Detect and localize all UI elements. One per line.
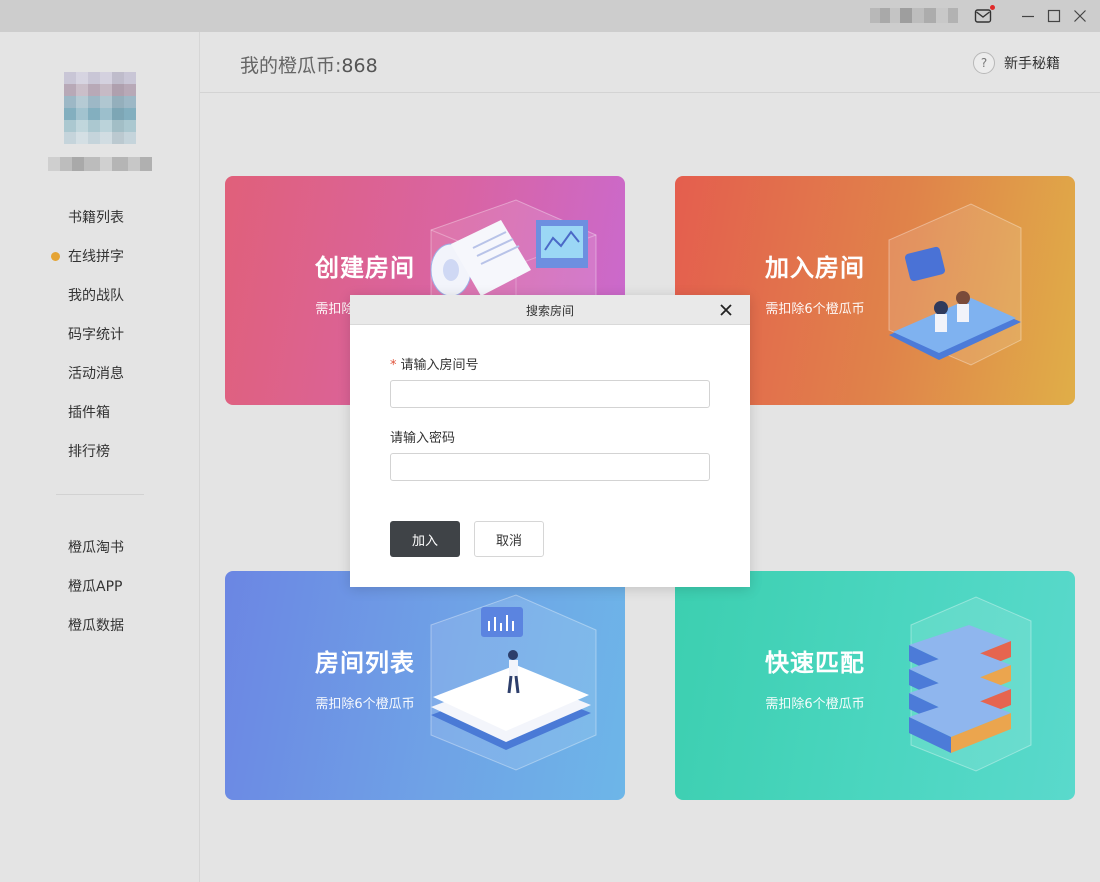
search-room-dialog: 搜索房间 * 请输入房间号 请输入密码 加入 取消 [350,295,750,587]
help-guide-label: 新手秘籍 [1004,56,1060,72]
sidebar-item-label: 在线拼字 [68,249,124,265]
help-guide-link[interactable]: ? 新手秘籍 [973,51,1060,75]
sidebar-item-activity-messages[interactable]: 活动消息 [0,364,200,403]
sidebar-item-book-list[interactable]: 书籍列表 [0,208,200,247]
sidebar-divider [56,494,144,495]
sidebar-item-label: 插件箱 [68,405,110,421]
coin-balance-label: 我的橙瓜币: [240,55,342,77]
close-icon[interactable] [719,303,733,317]
room-number-input[interactable] [390,380,710,408]
room-list-card[interactable]: 房间列表 需扣除6个橙瓜币 [225,571,625,800]
sidebar-item-online-typing[interactable]: 在线拼字 [0,247,200,286]
minimize-button[interactable] [1018,6,1038,26]
sidebar-item-label: 排行榜 [68,444,110,460]
account-name-blurred [870,8,958,23]
dialog-title: 搜索房间 [525,304,574,318]
sidebar-item-leaderboard[interactable]: 排行榜 [0,442,200,481]
close-window-button[interactable] [1070,6,1090,26]
coin-balance: 我的橙瓜币:868 [240,51,378,78]
sidebar-item-label: 码字统计 [68,327,124,343]
password-label: 请输入密码 [390,431,456,446]
main-header: 我的橙瓜币:868 ? 新手秘籍 [200,32,1100,93]
sidebar-nav: 书籍列表 在线拼字 我的战队 码字统计 活动消息 插件箱 排行榜 [0,208,200,481]
sidebar-item-label: 书籍列表 [68,210,124,226]
room-number-label: * 请输入房间号 [390,354,479,373]
sidebar-extra-nav: 橙瓜淘书 橙瓜APP 橙瓜数据 [0,538,200,655]
dialog-header: 搜索房间 [350,295,750,325]
coin-balance-value: 868 [341,55,378,77]
sidebar-item-label: 橙瓜淘书 [68,540,124,556]
server-stack-icon [909,596,1032,772]
sidebar-item-my-team[interactable]: 我的战队 [0,286,200,325]
room-list-icon [430,594,597,771]
quick-match-card[interactable]: 快速匹配 需扣除6个橙瓜币 [675,571,1075,800]
active-indicator-dot [51,252,60,261]
sidebar-item-app[interactable]: 橙瓜APP [0,577,200,616]
avatar[interactable] [64,72,136,144]
join-button[interactable]: 加入 [390,521,460,557]
window-titlebar [0,0,1100,32]
join-room-icon [888,203,1022,366]
sidebar-item-label: 活动消息 [68,366,124,382]
sidebar-item-label: 橙瓜数据 [68,618,124,634]
sidebar-item-word-stats[interactable]: 码字统计 [0,325,200,364]
password-input[interactable] [390,453,710,481]
sidebar-item-data[interactable]: 橙瓜数据 [0,616,200,655]
mail-icon[interactable] [974,5,995,24]
cancel-button[interactable]: 取消 [474,521,544,557]
sidebar-item-book-shop[interactable]: 橙瓜淘书 [0,538,200,577]
username-blurred [48,157,152,171]
help-icon: ? [973,52,995,74]
required-mark: * [390,358,397,373]
room-number-label-text: 请输入房间号 [400,358,479,373]
sidebar-item-label: 我的战队 [68,288,124,304]
sidebar-item-plugins[interactable]: 插件箱 [0,403,200,442]
sidebar: 书籍列表 在线拼字 我的战队 码字统计 活动消息 插件箱 排行榜 橙瓜淘书 橙瓜… [0,32,200,882]
notification-dot [990,5,995,10]
maximize-button[interactable] [1044,6,1064,26]
sidebar-item-label: 橙瓜APP [68,579,123,595]
